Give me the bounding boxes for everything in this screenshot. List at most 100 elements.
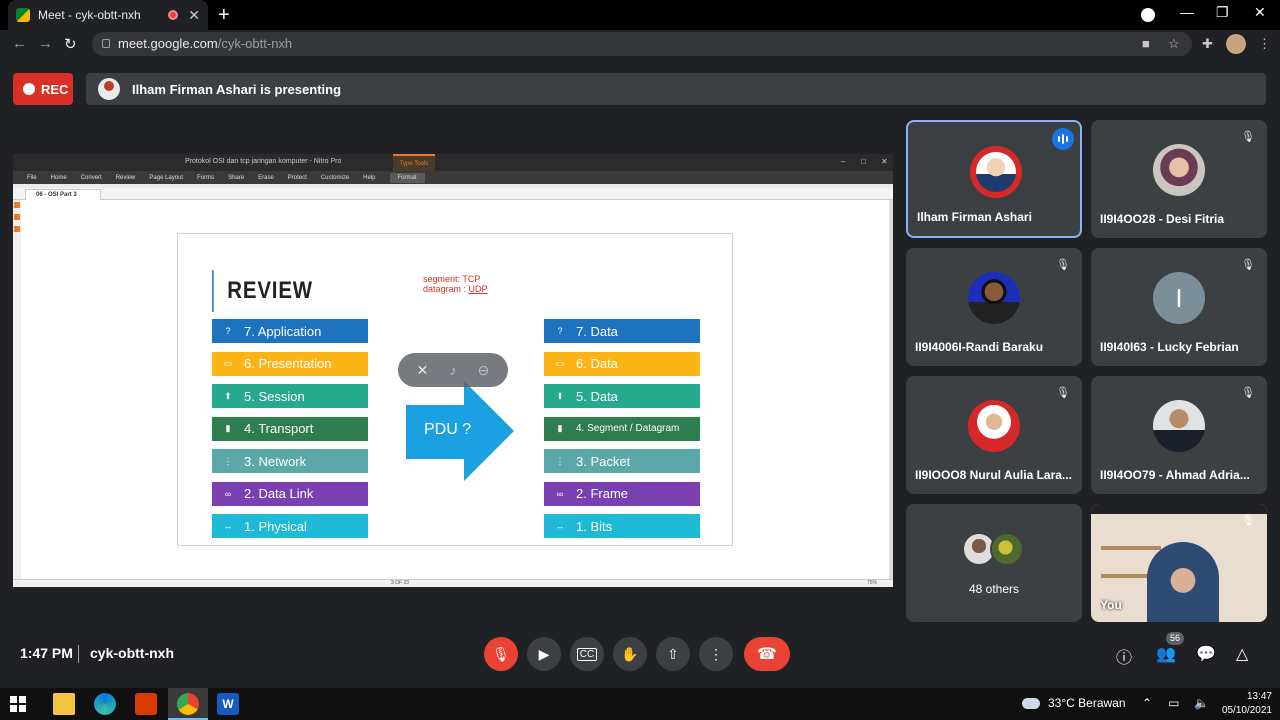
layer-label: 6. Presentation <box>244 356 332 371</box>
forward-arrow-icon[interactable]: → <box>38 35 53 52</box>
participant-name: II9IOOO8 Nurul Aulia Lara... <box>915 468 1072 482</box>
recording-badge[interactable]: REC <box>13 73 73 105</box>
note-line-2-underlined: UDP <box>468 284 488 294</box>
layer-icon: ▭ <box>555 358 565 368</box>
file-explorer-icon[interactable] <box>53 693 75 715</box>
osi-layer-box: ▮ 4. Segment / Datagram <box>544 416 700 441</box>
captions-icon: CC <box>576 647 598 661</box>
nitro-menu-item: Home <box>50 174 67 181</box>
self-view-tile[interactable]: 🎙 You <box>1091 504 1267 622</box>
nitro-menu-item: Customize <box>320 174 350 181</box>
nitro-menu-item: Share <box>228 174 245 181</box>
participant-name: II9I4006I-Randi Baraku <box>915 340 1044 354</box>
background-shelf <box>1101 546 1161 550</box>
profile-avatar[interactable] <box>1226 34 1246 54</box>
minimize-icon[interactable]: — <box>1180 4 1194 20</box>
nitro-menu-item: Protect <box>287 174 307 181</box>
participant-tile[interactable]: 🎙 II9I4OO28 - Desi Fitria <box>1091 120 1267 238</box>
mic-toggle-button[interactable]: 🎙 <box>484 637 518 671</box>
people-icon[interactable]: 👥 <box>1156 644 1176 664</box>
others-avatar-group <box>962 532 1032 568</box>
participant-tile[interactable]: Ilham Firman Ashari <box>906 120 1082 238</box>
window-close-icon[interactable]: ✕ <box>1254 4 1266 21</box>
zoom-level: 75% <box>866 580 877 586</box>
arrow-head <box>464 381 514 481</box>
back-arrow-icon[interactable]: ← <box>12 35 27 52</box>
new-tab-button[interactable]: + <box>218 4 230 27</box>
camera-icon: ▶ <box>538 645 550 662</box>
chat-icon[interactable]: 💬 <box>1196 644 1216 664</box>
reload-icon[interactable]: ↻ <box>64 35 77 53</box>
tab-close-icon[interactable]: ✕ <box>188 7 200 24</box>
pdu-arrow: PDU ? <box>406 381 514 481</box>
participant-tile[interactable]: 🎙 II9I4OO79 - Ahmad Adria... <box>1091 376 1267 494</box>
chrome-icon[interactable] <box>177 693 199 715</box>
tray-chevron-icon[interactable]: ⌃ <box>1142 696 1152 710</box>
nitro-menu-item: Erase <box>258 174 274 181</box>
layer-icon: ? <box>557 326 563 336</box>
info-icon[interactable]: ⓘ <box>1116 644 1132 668</box>
presenting-banner: Ilham Firman Ashari is presenting <box>86 73 1266 105</box>
shared-screen: Protokol OSI dan tcp jaringan komputer -… <box>13 154 893 587</box>
nitro-scrollbar <box>889 200 893 580</box>
nitro-statusbar: 3 OF 33 75% <box>13 579 893 587</box>
presenter-hover-controls[interactable]: ✕ ♪ ⊖ <box>398 353 508 387</box>
present-button[interactable]: ⇧ <box>656 637 690 671</box>
leave-call-button[interactable]: ☎ <box>744 637 790 671</box>
layer-icon: ▭ <box>223 358 233 368</box>
layer-label: 5. Data <box>576 388 618 404</box>
volume-icon[interactable]: 🔈 <box>1194 696 1209 710</box>
osi-layer-box: ? 7. Data <box>544 319 700 343</box>
lock-icon <box>102 39 110 48</box>
camera-in-use-icon[interactable]: ■ <box>1142 36 1150 51</box>
edge-browser-icon[interactable] <box>94 693 116 715</box>
sidebar-pages-icon <box>14 202 20 208</box>
participant-name: II9I4OO79 - Ahmad Adria... <box>1100 468 1250 482</box>
word-icon[interactable]: W <box>217 693 239 715</box>
raise-hand-icon: ✋ <box>621 645 639 662</box>
bookmark-star-icon[interactable]: ☆ <box>1168 36 1180 52</box>
url-field[interactable]: meet.google.com/cyk-obtt-nxh <box>92 32 1192 56</box>
captions-button[interactable]: CC <box>570 637 604 671</box>
others-avatar <box>990 532 1024 566</box>
nitro-minimize-icon: – <box>841 157 846 166</box>
network-icon[interactable]: ▭ <box>1168 696 1179 710</box>
more-options-button[interactable]: ⋮ <box>699 637 733 671</box>
self-view-letterbox <box>1091 504 1267 514</box>
media-control-icon[interactable] <box>1141 8 1155 22</box>
layer-label: 6. Data <box>576 356 618 371</box>
participant-tile[interactable]: 🎙 II9IOOO8 Nurul Aulia Lara... <box>906 376 1082 494</box>
mic-off-icon: 🎙 <box>1056 387 1070 399</box>
note-line-2: datagram : UDP <box>423 284 488 294</box>
layer-icon: ⋮ <box>223 455 233 466</box>
layer-icon: ▮ <box>225 423 231 433</box>
nitro-doc-tabs: 06 - OSI Part 3 <box>13 188 893 200</box>
mute-off-icon[interactable]: ♪ <box>449 362 456 378</box>
office-icon[interactable] <box>135 693 157 715</box>
nitro-close-icon: ✕ <box>881 157 888 166</box>
participant-avatar <box>968 400 1020 452</box>
presenting-text: Ilham Firman Ashari is presenting <box>132 81 342 97</box>
pin-off-icon[interactable]: ✕ <box>417 362 429 379</box>
mic-off-icon: 🎙 <box>1056 259 1070 271</box>
others-tile[interactable]: 48 others <box>906 504 1082 622</box>
camera-toggle-button[interactable]: ▶ <box>527 637 561 671</box>
participant-tile[interactable]: I 🎙 II9I40I63 - Lucky Febrian <box>1091 248 1267 366</box>
raise-hand-button[interactable]: ✋ <box>613 637 647 671</box>
browser-tab-meet[interactable]: Meet - cyk-obtt-nxh ✕ <box>8 0 208 30</box>
meeting-time: 1:47 PM <box>20 645 73 661</box>
sidebar-comments-icon <box>14 226 20 232</box>
weather-widget[interactable]: 33°C Berawan <box>1022 696 1126 710</box>
participant-tile[interactable]: 🎙 II9I4006I-Randi Baraku <box>906 248 1082 366</box>
windows-start-icon[interactable] <box>10 696 26 712</box>
remove-icon[interactable]: ⊖ <box>478 362 490 379</box>
type-tools-tab: Type Tools <box>393 154 435 171</box>
extensions-puzzle-icon[interactable]: ✚ <box>1202 36 1213 52</box>
activities-icon[interactable]: △ <box>1236 644 1248 664</box>
mic-off-icon: 🎙 <box>1241 131 1255 143</box>
nitro-maximize-icon: □ <box>861 157 866 166</box>
maximize-icon[interactable]: ❐ <box>1216 4 1229 21</box>
system-clock[interactable]: 13:47 05/10/2021 <box>1218 690 1272 718</box>
mic-off-icon: 🎙 <box>1241 259 1255 271</box>
browser-menu-icon[interactable]: ⋮ <box>1258 36 1271 52</box>
